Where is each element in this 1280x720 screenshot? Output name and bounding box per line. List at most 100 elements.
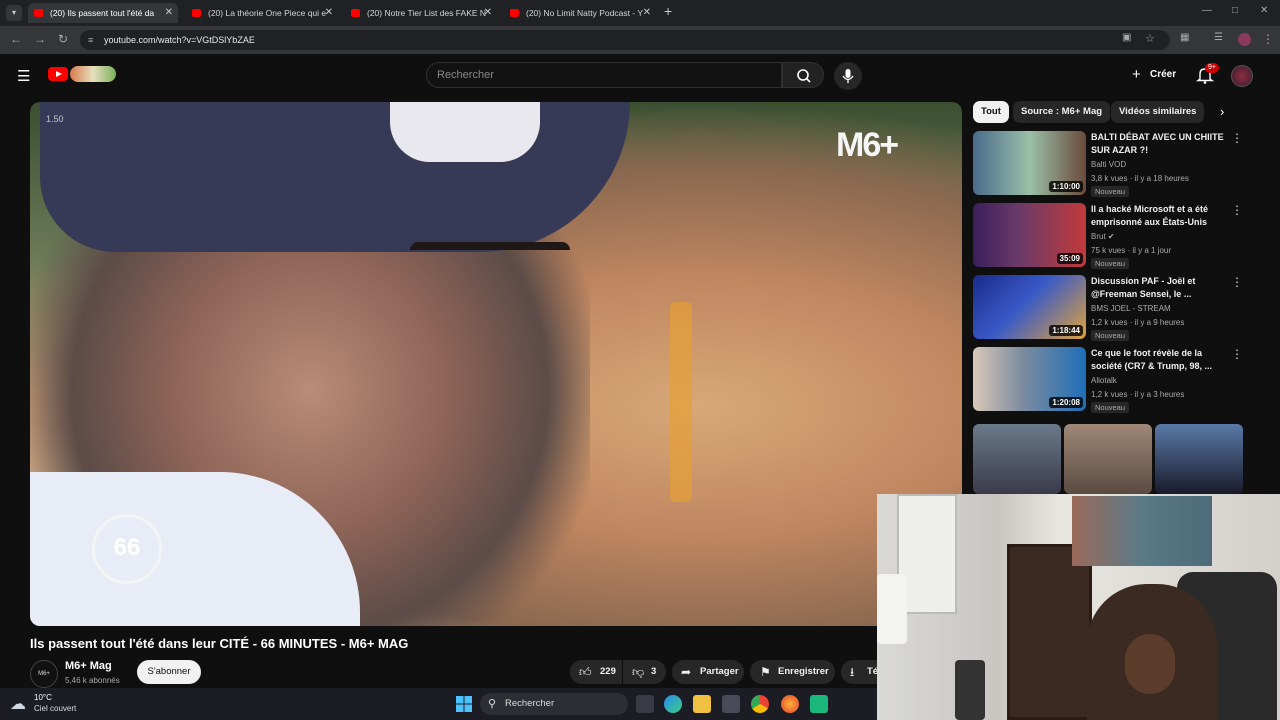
create-button[interactable]: + Créer <box>1124 63 1188 87</box>
recommendation-channel[interactable]: Balti VOD <box>1091 160 1126 169</box>
new-tab-button[interactable]: + <box>664 3 672 19</box>
site-info-icon[interactable]: ≡ <box>88 30 93 50</box>
more-options-icon[interactable]: ⋮ <box>1231 275 1243 289</box>
profile-avatar[interactable] <box>1238 33 1251 46</box>
video-frame-cap <box>40 102 630 252</box>
recommendation-title[interactable]: BALTI DÉBAT AVEC UN CHIITE SUR AZAR ?! <box>1091 131 1233 157</box>
new-badge: Nouveau <box>1091 330 1130 341</box>
recommendation-channel[interactable]: Brut ✔ <box>1091 232 1115 241</box>
recommendation-channel[interactable]: Aliotalk <box>1091 376 1117 385</box>
search-button[interactable] <box>782 62 824 88</box>
weather-condition: Ciel couvert <box>34 704 77 713</box>
forward-icon[interactable]: → <box>34 32 46 46</box>
browser-tab-bar: ▾ (20) Ils passent tout l'été da ✕ (20) … <box>0 0 1280 26</box>
plus-icon: + <box>1132 66 1141 83</box>
more-options-icon[interactable]: ⋮ <box>1231 203 1243 217</box>
recommendation-channel[interactable]: BMS JOEL - STREAM <box>1091 304 1171 313</box>
notification-badge: 9+ <box>1205 63 1219 73</box>
youtube-favicon-icon <box>192 9 201 17</box>
app-icon[interactable] <box>810 695 828 713</box>
video-frame-post <box>670 302 692 502</box>
weather-cloud-icon[interactable]: ☁ <box>10 694 26 714</box>
tab-2[interactable]: (20) La théorie One Piece qui e ✕ <box>186 3 338 23</box>
short-thumbnail[interactable] <box>1064 424 1152 494</box>
recommendation-title[interactable]: Ce que le foot révèle de la société (CR7… <box>1091 347 1233 373</box>
download-button[interactable]: ⭳ Té <box>841 660 877 684</box>
recommendation-item[interactable]: 1:10:00 BALTI DÉBAT AVEC UN CHIITE SUR A… <box>973 131 1248 197</box>
playback-speed-label: 1.50 <box>46 114 64 124</box>
chevron-right-icon[interactable]: › <box>1220 104 1224 119</box>
doodle-logo[interactable] <box>70 66 116 82</box>
short-thumbnail[interactable] <box>1155 424 1243 494</box>
share-button[interactable]: ➦ Partager <box>672 660 744 684</box>
tab-1[interactable]: (20) Ils passent tout l'été da ✕ <box>28 3 178 23</box>
recommendation-meta: 3,8 k vues · il y a 18 heures <box>1091 174 1189 183</box>
recommendation-title[interactable]: Il a hacké Microsoft et a été emprisonné… <box>1091 203 1233 229</box>
video-thumbnail[interactable]: 1:18:44 <box>973 275 1086 339</box>
task-view-icon[interactable] <box>636 695 654 713</box>
channel-name[interactable]: M6+ Mag <box>65 660 112 672</box>
browser-menu-icon[interactable]: ⋮ <box>1262 32 1274 46</box>
store-icon[interactable] <box>722 695 740 713</box>
search-input[interactable]: Rechercher <box>426 62 782 88</box>
url-field[interactable]: ≡ youtube.com/watch?v=VGtDSlYbZAE <box>80 30 1170 50</box>
chip-source[interactable]: Source : M6+ Mag <box>1013 101 1111 123</box>
back-icon[interactable]: ← <box>10 32 22 46</box>
chip-similar[interactable]: Vidéos similaires <box>1111 101 1205 123</box>
tab-3[interactable]: (20) Notre Tier List des FAKE N ✕ <box>345 3 497 23</box>
close-window-icon[interactable]: ✕ <box>1260 5 1268 16</box>
webcam-bookshelf <box>1007 544 1092 720</box>
notifications-button[interactable]: 9+ <box>1196 63 1219 84</box>
more-options-icon[interactable]: ⋮ <box>1231 347 1243 361</box>
create-label: Créer <box>1150 69 1177 80</box>
video-thumbnail[interactable]: 35:09 <box>973 203 1086 267</box>
voice-search-button[interactable] <box>834 62 862 90</box>
install-app-icon[interactable]: ▣ <box>1122 32 1131 43</box>
dislike-button[interactable]: 👎︎ 3 <box>623 660 666 684</box>
more-options-icon[interactable]: ⋮ <box>1231 131 1243 145</box>
recommendation-meta: 75 k vues · il y a 1 jour <box>1091 246 1172 255</box>
youtube-logo-icon[interactable] <box>48 67 68 81</box>
recommendation-item[interactable]: 1:18:44 Discussion PAF - Joël et @Freema… <box>973 275 1248 341</box>
close-icon[interactable]: ✕ <box>643 3 651 23</box>
video-thumbnail[interactable]: 1:10:00 <box>973 131 1086 195</box>
windows-start-icon[interactable] <box>456 696 472 712</box>
webcam-overlay <box>877 494 1280 720</box>
minimize-icon[interactable]: — <box>1202 5 1212 16</box>
chip-all[interactable]: Tout <box>973 101 1009 123</box>
youtube-favicon-icon <box>34 9 43 17</box>
chrome-icon[interactable] <box>751 695 769 713</box>
video-thumbnail[interactable]: 1:20:08 <box>973 347 1086 411</box>
reload-icon[interactable]: ↻ <box>58 32 68 46</box>
like-count: 229 <box>600 666 616 677</box>
edge-icon[interactable] <box>664 695 682 713</box>
taskbar-search[interactable]: ⚲ Rechercher <box>480 693 628 715</box>
tab-4[interactable]: (20) No Limit Natty Podcast - Y ✕ <box>504 3 656 23</box>
video-duration: 1:10:00 <box>1049 181 1083 192</box>
recommendation-item[interactable]: 1:20:08 Ce que le foot révèle de la soci… <box>973 347 1248 413</box>
recommendation-item[interactable]: 35:09 Il a hacké Microsoft et a été empr… <box>973 203 1248 269</box>
share-label: Partager <box>700 666 739 677</box>
microphone-icon <box>842 69 854 83</box>
firefox-icon[interactable] <box>781 695 799 713</box>
hamburger-menu-icon[interactable]: ☰ <box>17 67 30 85</box>
video-player[interactable]: 1.50 M6+ 66 <box>30 102 962 626</box>
account-avatar[interactable] <box>1231 65 1253 87</box>
like-button[interactable]: 👍︎ 229 <box>570 660 622 684</box>
close-icon[interactable]: ✕ <box>165 3 173 23</box>
bookmark-star-icon[interactable]: ☆ <box>1145 32 1155 45</box>
recommendation-title[interactable]: Discussion PAF - Joël et @Freeman Sensei… <box>1091 275 1233 301</box>
extensions-icon[interactable]: ▦ <box>1180 32 1189 43</box>
search-icon: ⚲ <box>488 698 497 710</box>
tab-label: (20) Notre Tier List des FAKE N <box>367 8 487 18</box>
close-icon[interactable]: ✕ <box>484 3 492 23</box>
short-thumbnail[interactable] <box>973 424 1061 494</box>
channel-avatar[interactable]: M6+ MAG <box>30 660 58 703</box>
tab-search-button[interactable]: ▾ <box>6 5 22 21</box>
close-icon[interactable]: ✕ <box>325 3 333 23</box>
media-control-icon[interactable]: ☰ <box>1214 32 1223 43</box>
maximize-icon[interactable]: □ <box>1232 5 1238 16</box>
file-explorer-icon[interactable] <box>693 695 711 713</box>
subscribe-button[interactable]: S'abonner <box>137 660 201 684</box>
save-button[interactable]: ⚑ Enregistrer <box>750 660 835 684</box>
